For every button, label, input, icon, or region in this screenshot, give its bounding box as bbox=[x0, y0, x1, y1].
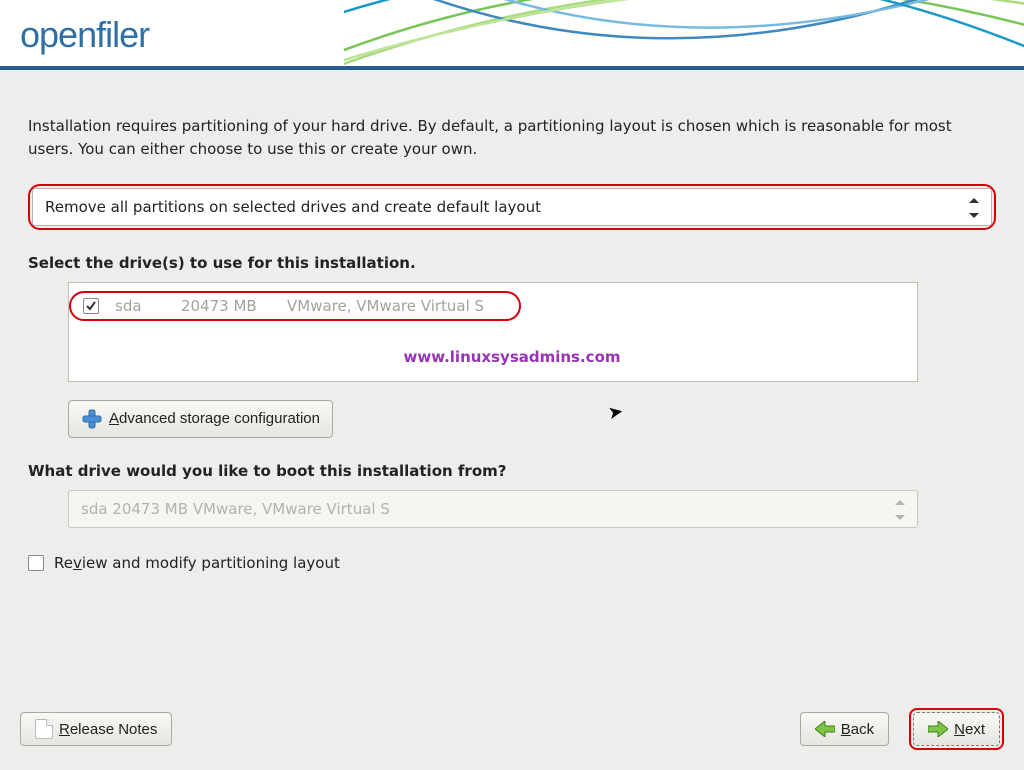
drive-row-sda[interactable]: sda 20473 MB VMware, VMware Virtual S bbox=[73, 293, 517, 319]
boot-drive-value: sda 20473 MB VMware, VMware Virtual S bbox=[81, 500, 390, 518]
release-notes-label: Release Notes bbox=[59, 721, 157, 738]
dropdown-arrows-icon bbox=[967, 196, 981, 220]
boot-drive-label: What drive would you like to boot this i… bbox=[28, 462, 996, 480]
main-content: Installation requires partitioning of yo… bbox=[0, 70, 1024, 572]
drive-checkbox-sda[interactable] bbox=[83, 298, 99, 314]
plus-icon bbox=[81, 408, 103, 430]
next-button-highlight: Next bbox=[909, 708, 1004, 750]
dropdown-arrows-icon bbox=[893, 498, 907, 522]
next-label: Next bbox=[954, 721, 985, 738]
release-notes-button[interactable]: Release Notes bbox=[20, 712, 172, 746]
footer: Release Notes Back Next bbox=[0, 692, 1024, 770]
drive-list[interactable]: sda 20473 MB VMware, VMware Virtual S bbox=[68, 282, 918, 382]
partition-scheme-dropdown[interactable]: Remove all partitions on selected drives… bbox=[32, 188, 992, 226]
adv-button-label: Advanced storage configuration bbox=[109, 410, 320, 427]
document-icon bbox=[35, 719, 53, 739]
partition-scheme-value: Remove all partitions on selected drives… bbox=[45, 198, 541, 216]
boot-drive-dropdown[interactable]: sda 20473 MB VMware, VMware Virtual S bbox=[68, 490, 918, 528]
partition-dropdown-highlight: Remove all partitions on selected drives… bbox=[28, 184, 996, 230]
arrow-left-icon bbox=[815, 721, 835, 737]
drive-size: 20473 MB bbox=[181, 297, 271, 315]
drives-label: Select the drive(s) to use for this inst… bbox=[28, 254, 996, 272]
header: openfiler bbox=[0, 0, 1024, 70]
drive-row-highlight: sda 20473 MB VMware, VMware Virtual S bbox=[69, 291, 521, 321]
brand-logo: openfiler bbox=[20, 14, 149, 56]
drive-name: sda bbox=[115, 297, 165, 315]
decorative-swoosh bbox=[344, 0, 1024, 70]
drive-desc: VMware, VMware Virtual S bbox=[287, 297, 507, 315]
intro-text: Installation requires partitioning of yo… bbox=[28, 115, 996, 162]
back-label: Back bbox=[841, 721, 874, 738]
arrow-right-icon bbox=[928, 721, 948, 737]
review-checkbox-row[interactable]: Review and modify partitioning layout bbox=[28, 554, 996, 572]
advanced-storage-button[interactable]: Advanced storage configuration bbox=[68, 400, 333, 438]
back-button[interactable]: Back bbox=[800, 712, 889, 746]
review-checkbox[interactable] bbox=[28, 555, 44, 571]
next-button[interactable]: Next bbox=[913, 712, 1000, 746]
review-label: Review and modify partitioning layout bbox=[54, 554, 340, 572]
